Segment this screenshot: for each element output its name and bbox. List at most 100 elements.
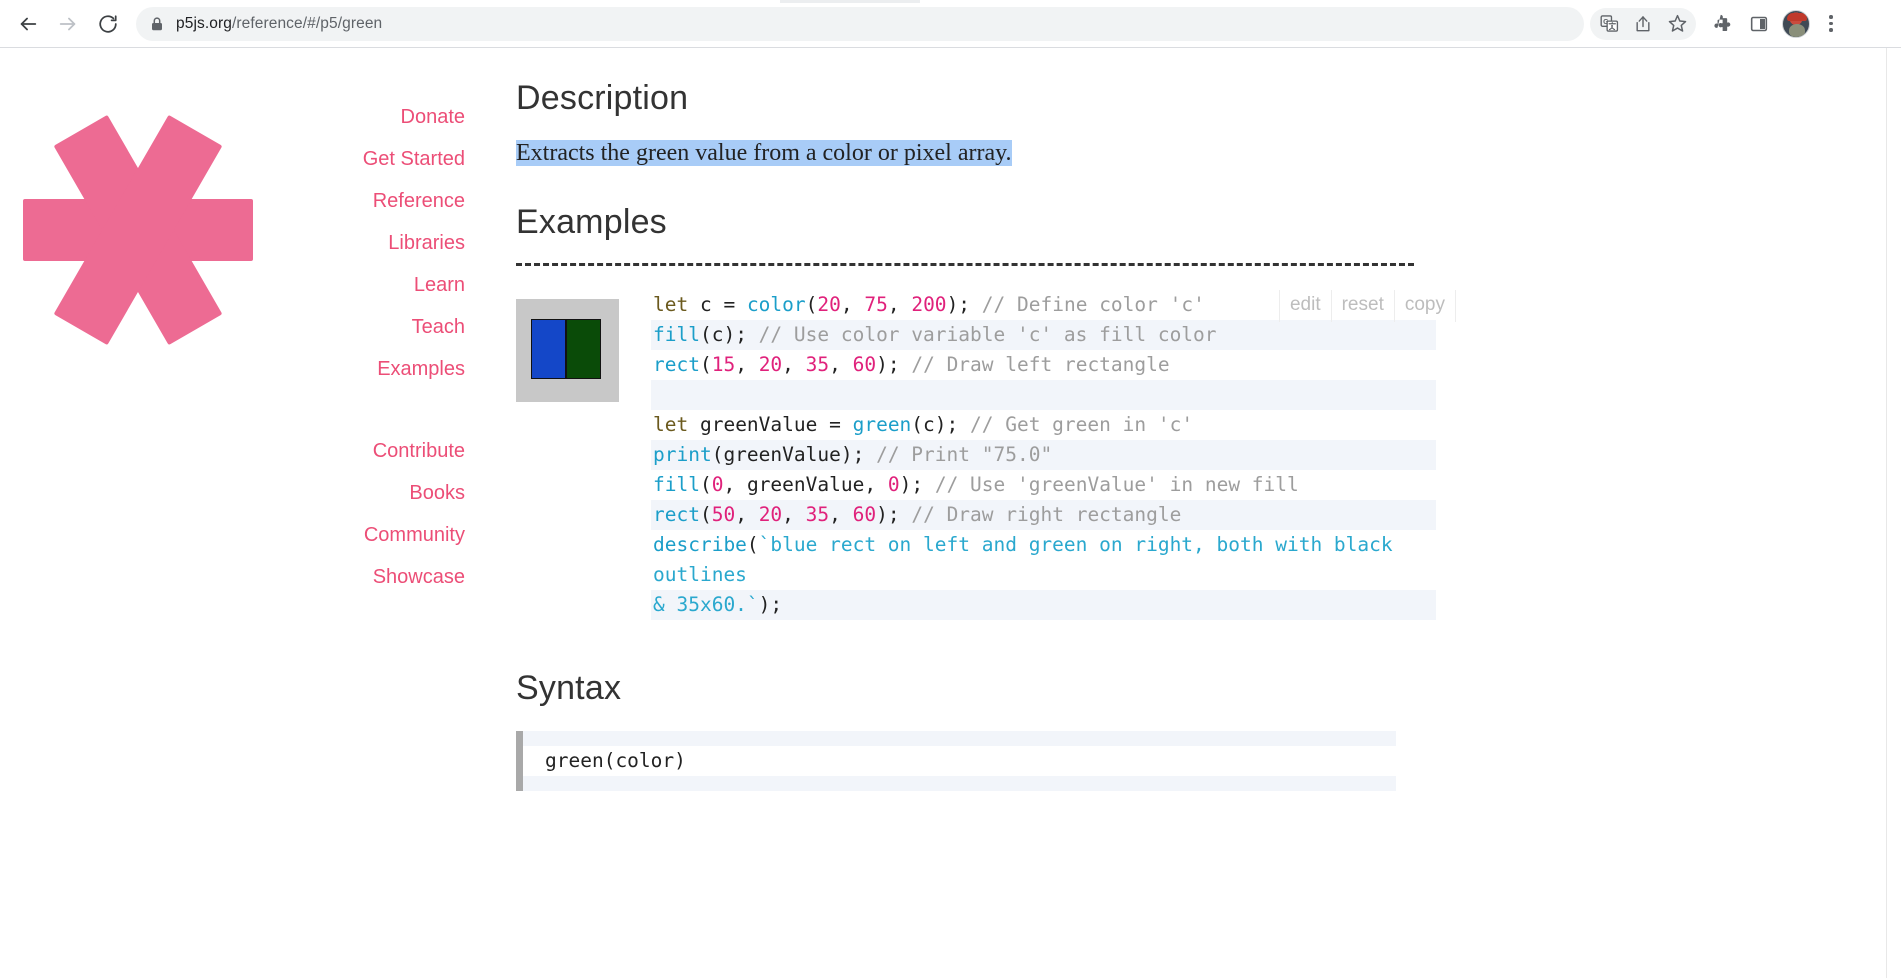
reload-icon	[99, 14, 117, 33]
nav-group-divider	[250, 390, 465, 430]
share-button[interactable]	[1626, 8, 1660, 40]
extensions-puzzle-icon	[1713, 14, 1730, 32]
code-token: , greenValue,	[723, 472, 888, 496]
reload-button[interactable]	[90, 6, 126, 42]
nav-item-showcase[interactable]: Showcase	[250, 556, 465, 598]
code-token: 0	[711, 472, 724, 496]
code-token: let	[653, 292, 700, 316]
reference-content: Description Extracts the green value fro…	[516, 48, 1456, 791]
page-viewport: Donate Get Started Reference Libraries L…	[0, 48, 1901, 978]
code-token: print	[653, 442, 712, 466]
code-token: );	[899, 472, 935, 496]
code-token: 15	[711, 352, 736, 376]
code-line: let greenValue = green(c); // Get green …	[651, 410, 1436, 440]
nav-item-teach[interactable]: Teach	[250, 306, 465, 348]
code-token: (	[699, 352, 712, 376]
code-token: ,	[782, 502, 806, 526]
code-token: & 35x60.`	[653, 592, 759, 616]
code-token: ,	[735, 502, 759, 526]
example-row: let c = color(20, 75, 200); // Define co…	[516, 290, 1456, 620]
omnibox-action-chips: G	[1590, 7, 1696, 40]
forward-arrow-icon	[59, 17, 76, 30]
profile-avatar[interactable]	[1782, 9, 1810, 38]
nav-item-get-started[interactable]: Get Started	[250, 138, 465, 180]
nav-item-examples[interactable]: Examples	[250, 348, 465, 390]
page-right-divider	[1886, 48, 1887, 978]
code-token: ,	[829, 502, 853, 526]
lock-icon	[150, 16, 164, 32]
code-token: 60	[852, 352, 877, 376]
back-button[interactable]	[10, 6, 46, 42]
code-editor[interactable]: let c = color(20, 75, 200); // Define co…	[651, 290, 1436, 620]
sketch-canvas-preview[interactable]	[516, 298, 619, 402]
code-line: rect(15, 20, 35, 60); // Draw left recta…	[651, 350, 1436, 380]
code-token: rect	[653, 502, 700, 526]
code-token: green	[852, 412, 912, 436]
example-block: edit reset copy let c = color(20, 75, 20…	[516, 289, 1456, 620]
syntax-row-spacer	[523, 730, 1396, 746]
code-token: (c);	[699, 322, 759, 346]
code-line: rect(50, 20, 35, 60); // Draw right rect…	[651, 499, 1436, 530]
url-domain: p5js.org	[176, 14, 232, 32]
code-line	[651, 379, 1436, 410]
nav-item-libraries[interactable]: Libraries	[250, 222, 465, 264]
bookmark-button[interactable]	[1660, 8, 1694, 40]
examples-heading: Examples	[516, 203, 667, 242]
code-token: 20	[758, 502, 783, 526]
code-token: // Use 'greenValue' in new fill	[934, 472, 1299, 496]
edit-button[interactable]: edit	[1278, 289, 1331, 322]
nav-item-books[interactable]: Books	[250, 472, 465, 514]
code-token: (	[699, 472, 712, 496]
navigation-buttons	[0, 6, 126, 42]
code-line: & 35x60.`);	[651, 589, 1436, 620]
share-icon	[1636, 15, 1650, 31]
side-panel-button[interactable]	[1742, 8, 1776, 40]
code-token: describe	[653, 532, 747, 556]
chrome-menu-button[interactable]	[1816, 6, 1846, 42]
code-line: fill(c); // Use color variable 'c' as fi…	[651, 319, 1436, 350]
code-token: );	[758, 592, 783, 616]
code-token: fill	[653, 322, 700, 346]
code-token: 0	[887, 472, 900, 496]
code-token: greenValue =	[699, 412, 853, 436]
code-token: 35	[805, 502, 830, 526]
p5js-asterisk-logo[interactable]	[18, 110, 258, 350]
syntax-signature: green(color)	[545, 748, 686, 772]
code-token: let	[653, 412, 700, 436]
code-token: fill	[653, 472, 700, 496]
extensions-button[interactable]	[1706, 8, 1740, 40]
copy-button[interactable]: copy	[1393, 289, 1456, 322]
code-token: 20	[817, 292, 841, 316]
forward-button[interactable]	[50, 6, 86, 42]
code-token: c =	[699, 292, 747, 316]
nav-item-contribute[interactable]: Contribute	[250, 430, 465, 472]
address-bar[interactable]: p5js.org/reference/#/p5/green	[136, 6, 1584, 41]
code-token: // Use color variable 'c' as fill color	[758, 322, 1217, 346]
code-token: 20	[758, 352, 783, 376]
code-token: // Define color 'c'	[981, 292, 1205, 316]
nav-item-learn[interactable]: Learn	[250, 264, 465, 306]
code-token: );	[876, 352, 912, 376]
code-token: ,	[829, 352, 853, 376]
url-path: /reference/#/p5/green	[231, 14, 383, 32]
code-token: 75	[864, 292, 888, 316]
code-token: // Draw left rectangle	[911, 352, 1170, 376]
code-token: (	[746, 532, 759, 556]
translate-button[interactable]: G	[1592, 8, 1626, 40]
nav-item-community[interactable]: Community	[250, 514, 465, 556]
nav-item-donate[interactable]: Donate	[250, 96, 466, 138]
syntax-row-spacer	[523, 775, 1396, 791]
code-token: `blue rect on left and green on right, b…	[653, 532, 1405, 586]
code-token: // Print "75.0"	[876, 442, 1053, 466]
address-bar-url: p5js.org/reference/#/p5/green	[176, 15, 382, 33]
syntax-heading: Syntax	[516, 668, 622, 707]
toolbar-actions: G	[1590, 6, 1846, 42]
nav-item-reference[interactable]: Reference	[250, 180, 465, 222]
code-toolbar: edit reset copy	[1278, 289, 1456, 322]
kebab-dot	[1829, 15, 1833, 19]
code-token: (	[699, 502, 712, 526]
reset-button[interactable]: reset	[1330, 289, 1394, 322]
code-line: fill(0, greenValue, 0); // Use 'greenVal…	[651, 470, 1436, 500]
code-token: ,	[782, 352, 806, 376]
code-token: ,	[840, 292, 865, 316]
